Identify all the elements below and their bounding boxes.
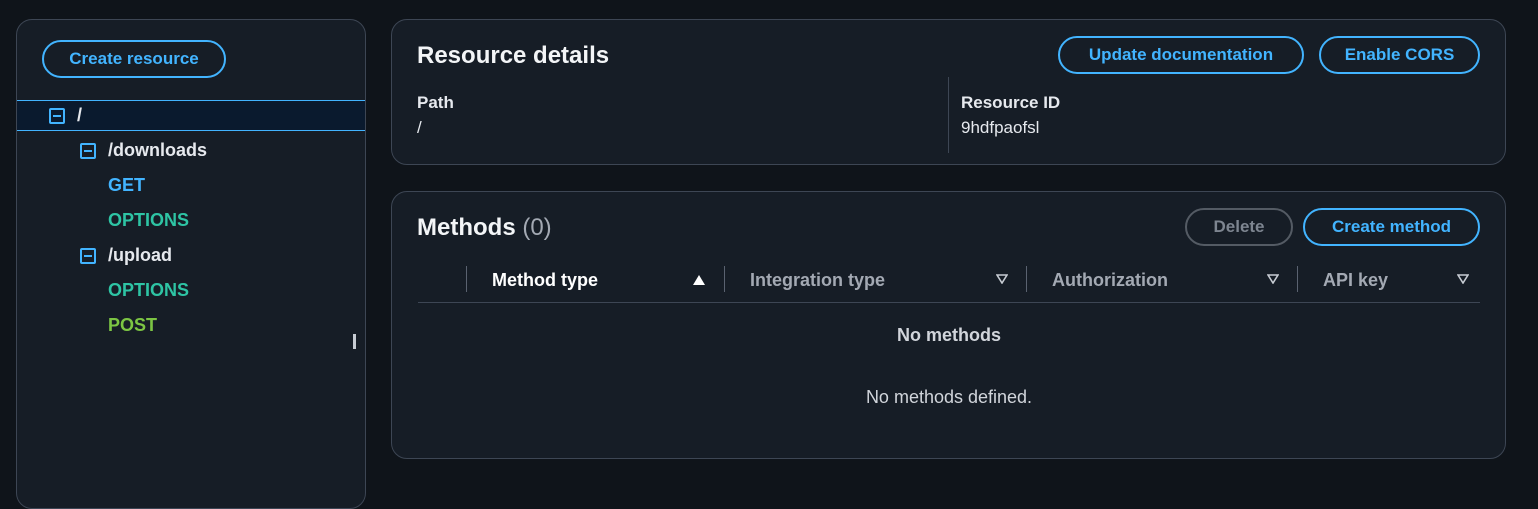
collapse-icon[interactable] bbox=[49, 107, 65, 124]
methods-panel: Methods (0) Delete Create method bbox=[391, 191, 1506, 459]
methods-title-text: Methods bbox=[417, 214, 516, 241]
resource-id-value: 9hdfpaofsl bbox=[961, 118, 1040, 137]
column-separator bbox=[1026, 266, 1027, 292]
tree-item-label: /upload bbox=[108, 245, 172, 265]
methods-title: Methods (0) bbox=[417, 214, 552, 242]
collapse-icon[interactable] bbox=[80, 142, 96, 159]
tree-item-downloads-get[interactable]: GET bbox=[17, 170, 365, 201]
column-header-authorization[interactable]: Authorization bbox=[1052, 267, 1168, 293]
sort-descending-icon[interactable] bbox=[996, 274, 1008, 284]
sort-descending-icon[interactable] bbox=[1267, 274, 1279, 284]
table-header-divider bbox=[418, 302, 1480, 303]
divider bbox=[948, 77, 949, 153]
update-documentation-button[interactable]: Update documentation bbox=[1058, 36, 1304, 74]
sort-ascending-icon[interactable] bbox=[693, 275, 705, 285]
column-separator bbox=[1297, 266, 1298, 292]
column-separator bbox=[724, 266, 725, 292]
column-header-label: Method type bbox=[492, 269, 598, 290]
create-method-button[interactable]: Create method bbox=[1303, 208, 1480, 246]
column-header-method-type[interactable]: Method type bbox=[492, 267, 598, 293]
path-value: / bbox=[417, 118, 422, 137]
resource-id-label: Resource ID bbox=[961, 93, 1061, 112]
collapse-icon[interactable] bbox=[80, 247, 96, 264]
column-header-integration-type[interactable]: Integration type bbox=[750, 267, 885, 293]
enable-cors-button[interactable]: Enable CORS bbox=[1319, 36, 1480, 74]
column-separator bbox=[466, 266, 467, 292]
column-header-label: Authorization bbox=[1052, 269, 1168, 290]
column-header-api-key[interactable]: API key bbox=[1323, 267, 1388, 293]
tree-item-label: / bbox=[77, 105, 83, 125]
method-label: OPTIONS bbox=[108, 210, 190, 230]
methods-count: (0) bbox=[522, 214, 552, 241]
resize-handle[interactable] bbox=[353, 334, 356, 349]
tree-item-root[interactable]: / bbox=[17, 100, 365, 131]
tree-item-label: /downloads bbox=[108, 140, 207, 160]
column-header-label: Integration type bbox=[750, 269, 886, 290]
tree-item-downloads[interactable]: /downloads bbox=[17, 135, 365, 166]
delete-button[interactable]: Delete bbox=[1185, 208, 1293, 246]
path-label: Path bbox=[417, 93, 454, 112]
method-label: GET bbox=[108, 175, 146, 195]
tree-item-downloads-options[interactable]: OPTIONS bbox=[17, 205, 365, 236]
method-label: OPTIONS bbox=[108, 280, 190, 300]
method-label: POST bbox=[108, 315, 158, 335]
tree-item-upload-post[interactable]: POST bbox=[17, 310, 365, 341]
sort-descending-icon[interactable] bbox=[1457, 274, 1469, 284]
tree-item-upload-options[interactable]: OPTIONS bbox=[17, 275, 365, 306]
create-resource-button[interactable]: Create resource bbox=[42, 40, 226, 78]
resource-details-title: Resource details bbox=[417, 42, 610, 69]
column-header-label: API key bbox=[1323, 269, 1389, 290]
resource-details-panel: Resource details Update documentation En… bbox=[391, 19, 1506, 165]
tree-item-upload[interactable]: /upload bbox=[17, 240, 365, 271]
resource-tree-panel: Create resource / /downloads GET OPTIONS… bbox=[16, 19, 366, 509]
